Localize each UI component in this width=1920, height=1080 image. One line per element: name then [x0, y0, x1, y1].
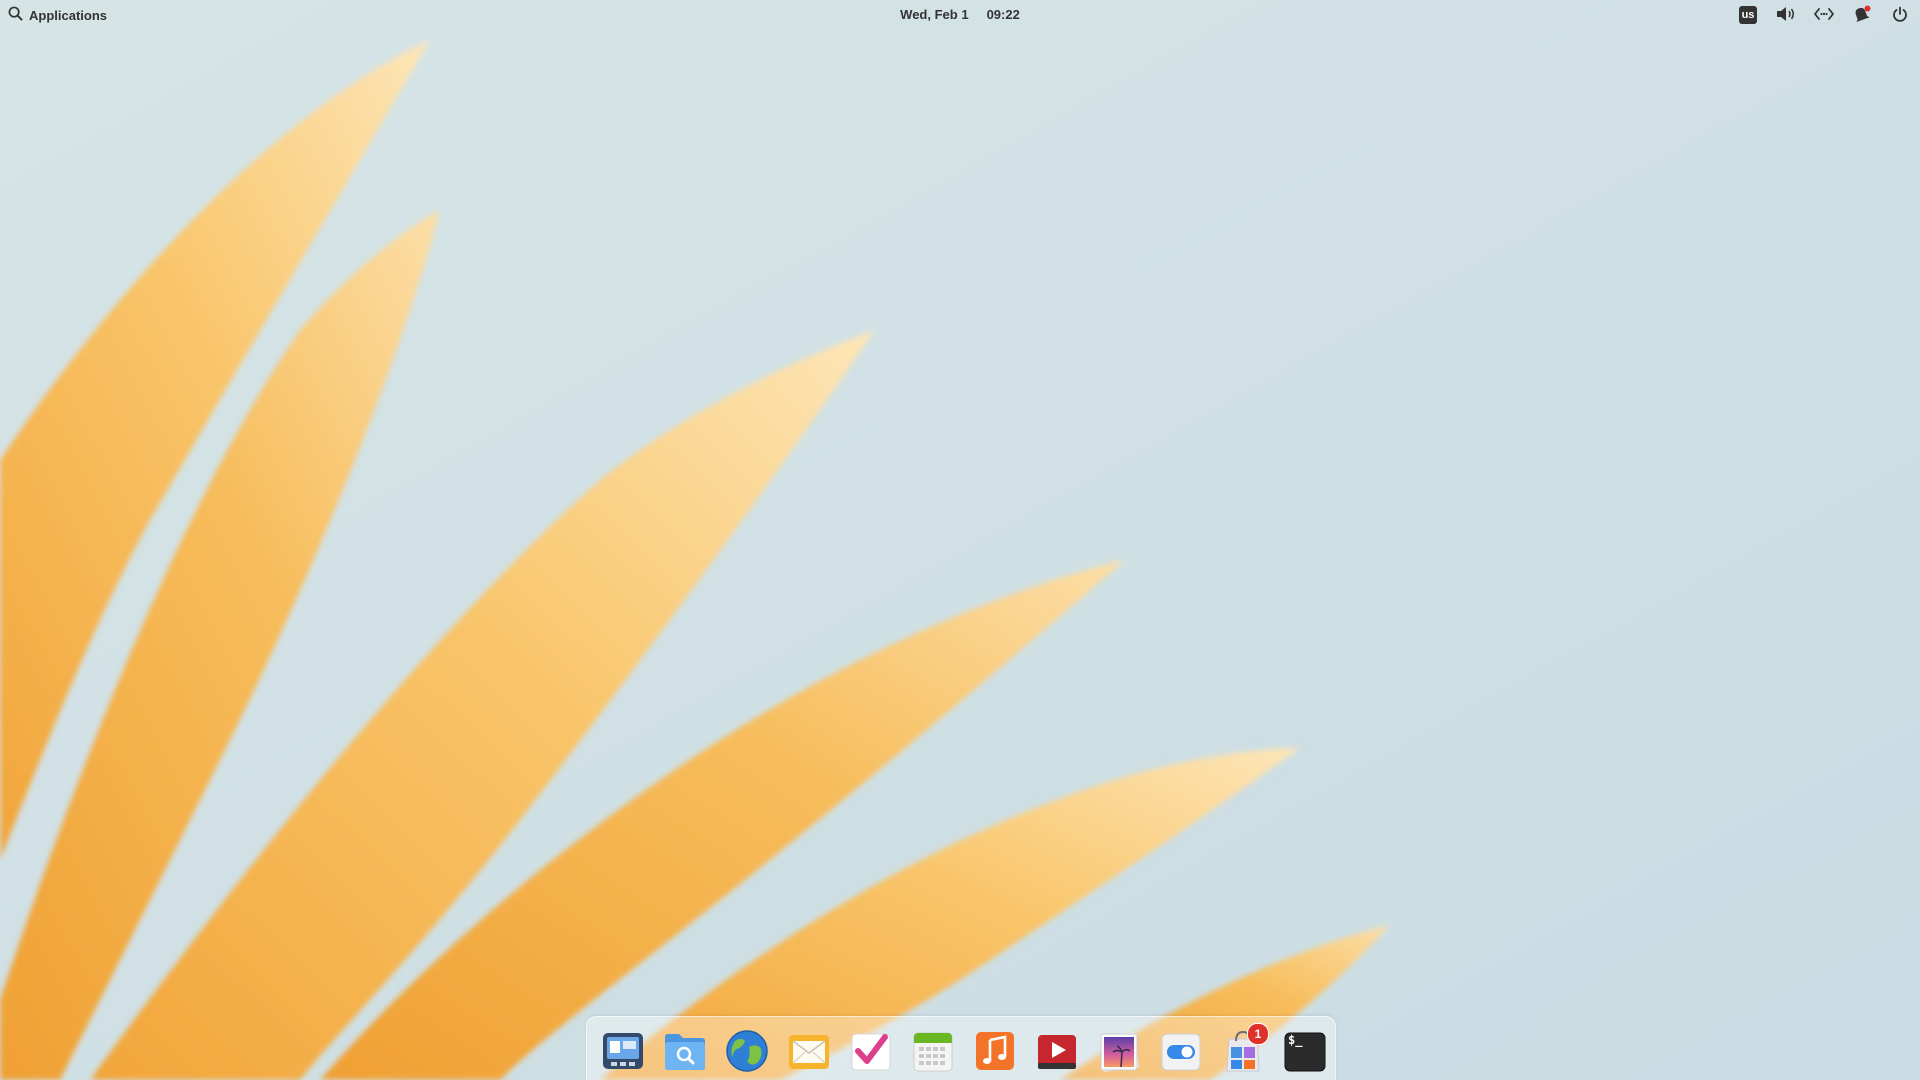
applications-menu-button[interactable]: Applications: [8, 6, 107, 24]
tasks-icon: [851, 1033, 891, 1071]
dock-item-photos[interactable]: [1095, 1027, 1143, 1075]
photos-icon: [1099, 1032, 1139, 1072]
terminal-prompt-text: $_: [1288, 1033, 1303, 1047]
dock-item-mail[interactable]: [785, 1027, 833, 1075]
dock-item-terminal[interactable]: $_: [1281, 1027, 1329, 1075]
top-panel: Applications Wed, Feb 1 09:22 us: [0, 0, 1920, 30]
keyboard-layout-badge: us: [1738, 6, 1758, 24]
dock-item-tasks[interactable]: [847, 1027, 895, 1075]
dock: 1 $_: [586, 1016, 1336, 1080]
notification-bell-icon: [1852, 5, 1872, 26]
power-icon: [1892, 6, 1908, 25]
sound-indicator[interactable]: [1774, 4, 1798, 26]
dock-item-music[interactable]: [971, 1027, 1019, 1075]
volume-icon: [1775, 5, 1797, 26]
dock-item-multitasking-view[interactable]: [599, 1027, 647, 1075]
network-wired-icon: [1813, 6, 1835, 25]
time-text: 09:22: [986, 7, 1020, 22]
panel-indicators: us: [1736, 4, 1912, 26]
search-icon: [8, 6, 23, 24]
date-time-indicator[interactable]: Wed, Feb 1 09:22: [900, 7, 1020, 22]
dock-item-files[interactable]: [661, 1027, 709, 1075]
session-indicator[interactable]: [1888, 4, 1912, 26]
desktop[interactable]: Applications Wed, Feb 1 09:22 us 1 $_: [0, 0, 1920, 1080]
multitasking-icon: [603, 1033, 643, 1069]
dock-item-appcenter[interactable]: 1: [1219, 1023, 1269, 1075]
notifications-indicator[interactable]: [1850, 4, 1874, 26]
update-count-badge: 1: [1247, 1023, 1269, 1045]
music-icon: [976, 1032, 1014, 1070]
network-indicator[interactable]: [1812, 4, 1836, 26]
mail-icon: [789, 1035, 829, 1069]
calendar-icon: [913, 1032, 953, 1072]
keyboard-layout-indicator[interactable]: us: [1736, 4, 1760, 26]
applications-label: Applications: [29, 7, 108, 23]
date-text: Wed, Feb 1: [900, 7, 969, 22]
dock-item-calendar[interactable]: [909, 1027, 957, 1075]
videos-icon: [1038, 1035, 1076, 1069]
dock-item-system-settings[interactable]: [1157, 1027, 1205, 1075]
dock-item-videos[interactable]: [1033, 1027, 1081, 1075]
wallpaper: [0, 0, 1920, 1080]
settings-toggle-icon: [1161, 1033, 1201, 1071]
files-icon: [665, 1034, 705, 1070]
web-browser-icon: [726, 1030, 768, 1072]
dock-item-web[interactable]: [723, 1027, 771, 1075]
